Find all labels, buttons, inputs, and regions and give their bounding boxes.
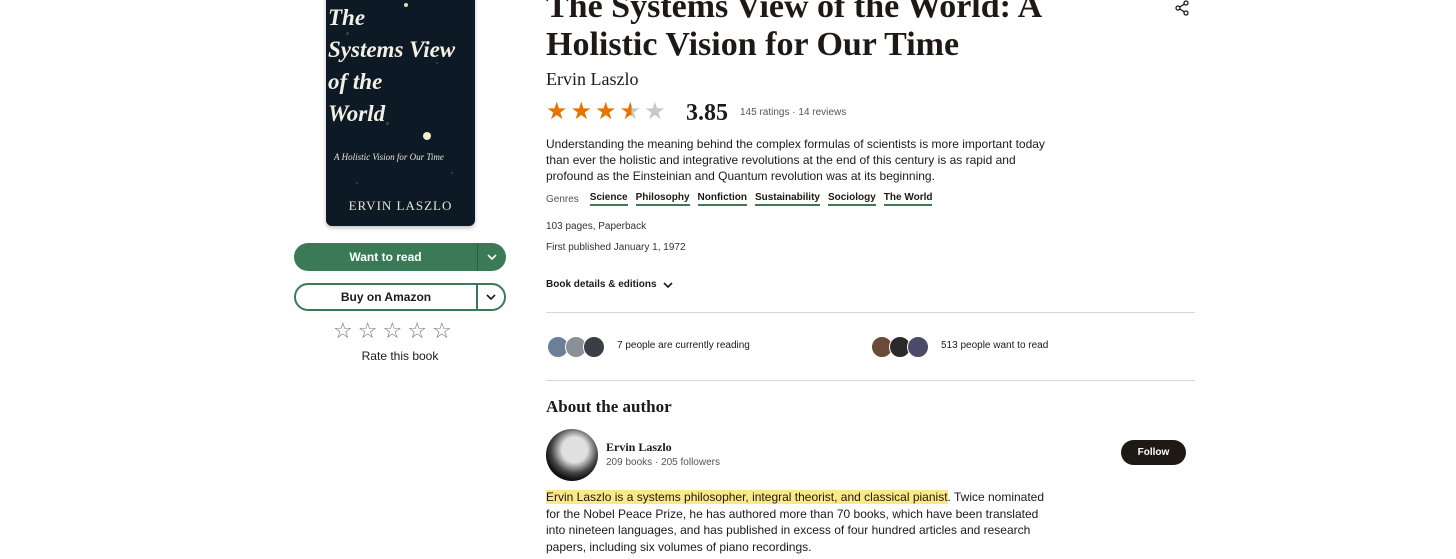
rate-star-4[interactable]: ☆: [407, 320, 427, 342]
genre-link[interactable]: The World: [883, 192, 933, 206]
currently-reading-avatars: [547, 336, 605, 358]
genres-list: Genres Science Philosophy Nonfiction Sus…: [546, 192, 940, 206]
star-icon: ★: [619, 98, 642, 125]
author-avatar[interactable]: [546, 429, 598, 481]
book-author-link[interactable]: Ervin Laszlo: [546, 69, 638, 90]
avatar: [907, 336, 929, 358]
star-icon: ★: [546, 98, 568, 125]
book-details-label: Book details & editions: [546, 279, 657, 290]
cover-author: ERVIN LASZLO: [348, 198, 453, 213]
chevron-down-icon: [487, 254, 497, 260]
author-name-link[interactable]: Ervin Laszlo: [606, 440, 672, 455]
rate-star-2[interactable]: ☆: [358, 320, 378, 342]
book-title: The Systems View of the World: A Holisti…: [546, 0, 1041, 63]
buy-dropdown[interactable]: [478, 285, 504, 309]
want-to-read-dropdown[interactable]: [478, 243, 506, 271]
avatar: [583, 336, 605, 358]
author-followers: 205 followers: [661, 457, 720, 468]
average-rating-value: 3.85: [686, 100, 728, 126]
rate-this-book-label: Rate this book: [361, 349, 439, 363]
genre-link[interactable]: Science: [589, 192, 628, 206]
publication-date: First published January 1, 1972: [546, 242, 686, 253]
currently-reading-text[interactable]: 7 people are currently reading: [617, 340, 750, 351]
want-to-read-button[interactable]: Want to read: [294, 243, 478, 271]
pages-format: 103 pages, Paperback: [546, 221, 647, 232]
divider: [546, 380, 1195, 381]
cover-title: The Systems View of the World: [328, 5, 456, 126]
genres-label: Genres: [546, 193, 579, 205]
share-icon: [1175, 0, 1189, 16]
separator: ·: [654, 457, 659, 468]
author-bio: Ervin Laszlo is a systems philosopher, i…: [546, 489, 1051, 555]
rate-star-5[interactable]: ☆: [432, 320, 452, 342]
about-author-heading: About the author: [546, 397, 672, 416]
genre-link[interactable]: Sociology: [827, 192, 876, 206]
chevron-down-icon: [486, 294, 496, 300]
want-to-read-text[interactable]: 513 people want to read: [941, 340, 1048, 351]
book-details-toggle[interactable]: Book details & editions: [546, 279, 673, 290]
chevron-down-icon: [663, 281, 673, 288]
share-button[interactable]: [1174, 0, 1190, 21]
genre-link[interactable]: Philosophy: [635, 192, 690, 206]
follow-button[interactable]: Follow: [1121, 440, 1186, 465]
cover-subtitle: A Holistic Vision for Our Time: [334, 152, 444, 162]
author-books: 209 books: [606, 457, 653, 468]
genre-link[interactable]: Nonfiction: [697, 192, 747, 206]
buy-button-group: Buy on Amazon: [294, 283, 506, 311]
separator: ·: [792, 107, 796, 118]
rate-star-1[interactable]: ☆: [333, 320, 353, 342]
average-rating-stars: ★ ★ ★ ★ ★: [546, 100, 666, 124]
bio-highlight: Ervin Laszlo is a systems philosopher, i…: [546, 490, 948, 504]
book-description: Understanding the meaning behind the com…: [546, 137, 1045, 183]
want-to-read-avatars: [871, 336, 929, 358]
star-icon: ★: [644, 98, 666, 125]
ratings-count-link[interactable]: 145 ratings: [740, 107, 789, 118]
star-icon: ★: [570, 98, 593, 125]
divider: [546, 312, 1195, 313]
author-stats: 209 books · 205 followers: [606, 457, 720, 468]
rate-stars: ☆ ☆ ☆ ☆ ☆: [333, 320, 452, 342]
rate-star-3[interactable]: ☆: [382, 320, 402, 342]
star-icon: ★: [595, 98, 617, 125]
book-cover[interactable]: The Systems View of the World A Holistic…: [326, 0, 475, 226]
want-to-read-button-group: Want to read: [294, 243, 506, 271]
reviews-count-link[interactable]: 14 reviews: [798, 107, 846, 118]
genre-link[interactable]: Sustainability: [754, 192, 820, 206]
buy-on-amazon-button[interactable]: Buy on Amazon: [296, 285, 478, 309]
rating-counts: 145 ratings · 14 reviews: [740, 107, 846, 118]
